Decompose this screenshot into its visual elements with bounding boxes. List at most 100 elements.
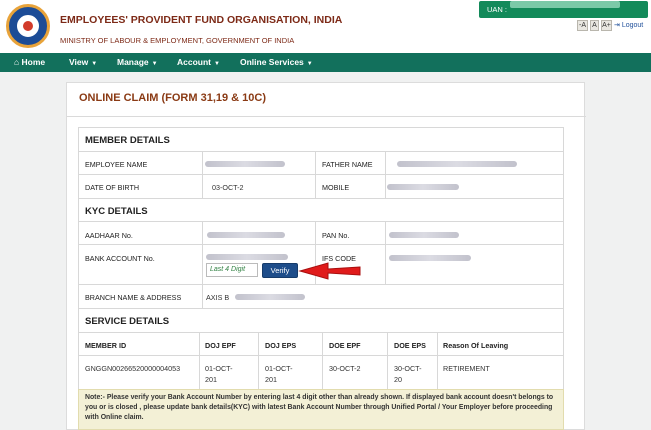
- verify-button[interactable]: Verify: [262, 263, 298, 278]
- aadhaar-redacted: [207, 232, 285, 238]
- font-decrease-button[interactable]: -A: [577, 20, 588, 31]
- nav-home-label: Home: [21, 57, 46, 67]
- column-divider: [199, 333, 200, 355]
- member-id-value: GNGGN00266520000004053: [85, 364, 181, 373]
- chevron-down-icon: ▼: [214, 61, 220, 67]
- member-details-heading: MEMBER DETAILS: [85, 135, 170, 146]
- home-icon: ⌂: [14, 57, 20, 67]
- col-member-id: MEMBER ID: [85, 341, 127, 350]
- dob-label: DATE OF BIRTH: [85, 183, 140, 192]
- pan-label: PAN No.: [322, 231, 350, 240]
- column-divider: [437, 356, 438, 389]
- ministry-name: MINISTRY OF LABOUR & EMPLOYMENT, GOVERNM…: [60, 36, 295, 45]
- service-details-heading: SERVICE DETAILS: [85, 316, 170, 327]
- column-divider: [202, 175, 203, 198]
- arrow-left-icon: [298, 262, 361, 280]
- mobile-redacted: [387, 184, 459, 190]
- reason-value: RETIREMENT: [443, 364, 490, 373]
- branch-value: AXIS B: [206, 293, 230, 302]
- column-divider: [315, 152, 316, 174]
- chevron-down-icon: ▼: [151, 61, 158, 67]
- org-name: EMPLOYEES' PROVIDENT FUND ORGANISATION, …: [60, 14, 343, 26]
- kyc-details-heading: KYC DETAILS: [85, 206, 148, 217]
- logout-label: Logout: [621, 22, 644, 29]
- dob-value: 03-OCT-2: [212, 183, 244, 192]
- bank-verification-note: Note:- Please verify your Bank Account N…: [78, 389, 564, 430]
- kyc-details-header-row: KYC DETAILS: [78, 198, 564, 221]
- nav-view[interactable]: View ▼: [69, 53, 97, 72]
- column-divider: [202, 285, 203, 308]
- title-divider: [67, 116, 586, 117]
- epfo-logo: [6, 4, 50, 48]
- site-header: EMPLOYEES' PROVIDENT FUND ORGANISATION, …: [0, 0, 651, 53]
- column-divider: [385, 175, 386, 198]
- col-doe-epf: DOE EPF: [329, 341, 361, 350]
- last-4-digit-input[interactable]: Last 4 Digit: [206, 263, 258, 277]
- uan-label: UAN :: [487, 5, 508, 14]
- nav-account[interactable]: Account ▼: [177, 53, 220, 72]
- column-divider: [387, 333, 388, 355]
- kyc-row-1: AADHAAR No. PAN No.: [78, 221, 564, 244]
- column-divider: [385, 152, 386, 174]
- ifs-code-redacted: [389, 255, 471, 261]
- doe-epf-value: 30-OCT-2: [329, 364, 361, 373]
- bank-account-redacted: [206, 254, 288, 260]
- col-reason-of-leaving: Reason Of Leaving: [443, 341, 509, 350]
- father-name-redacted: [397, 161, 517, 167]
- uan-badge: UAN :: [479, 1, 648, 18]
- pan-redacted: [389, 232, 459, 238]
- chevron-down-icon: ▼: [91, 61, 98, 67]
- column-divider: [202, 245, 203, 284]
- doe-eps-value-line2: 20: [394, 375, 402, 384]
- nav-account-label: Account: [177, 57, 211, 67]
- branch-label: BRANCH NAME & ADDRESS: [85, 293, 182, 302]
- col-doj-eps: DOJ EPS: [265, 341, 297, 350]
- doj-eps-value-line2: 201: [265, 375, 277, 384]
- employee-name-label: EMPLOYEE NAME: [85, 160, 148, 169]
- branch-address-redacted: [235, 294, 305, 300]
- nav-online-services[interactable]: Online Services ▼: [240, 53, 313, 72]
- doj-epf-value-line2: 201: [205, 375, 217, 384]
- nav-online-services-label: Online Services: [240, 57, 304, 67]
- doj-eps-value-line1: 01-OCT-: [265, 364, 293, 373]
- service-details-header-row: SERVICE DETAILS: [78, 308, 564, 332]
- member-row-1: EMPLOYEE NAME FATHER NAME: [78, 151, 564, 174]
- col-doj-epf: DOJ EPF: [205, 341, 236, 350]
- logout-icon: ⇥: [614, 22, 620, 29]
- logout-link[interactable]: ⇥ Logout: [614, 21, 643, 29]
- logo-core: [23, 21, 33, 31]
- doj-epf-value-line1: 01-OCT-: [205, 364, 233, 373]
- employee-name-redacted: [205, 161, 285, 167]
- nav-home[interactable]: ⌂ Home: [14, 53, 45, 72]
- column-divider: [315, 222, 316, 244]
- chevron-down-icon: ▼: [306, 61, 313, 67]
- service-columns-row: MEMBER ID DOJ EPF DOJ EPS DOE EPF DOE EP…: [78, 332, 564, 355]
- arrow-shape: [298, 262, 361, 280]
- nav-manage-label: Manage: [117, 57, 149, 67]
- father-name-label: FATHER NAME: [322, 160, 373, 169]
- column-divider: [202, 152, 203, 174]
- column-divider: [385, 222, 386, 244]
- column-divider: [437, 333, 438, 355]
- font-increase-button[interactable]: A+: [601, 20, 612, 31]
- column-divider: [385, 245, 386, 284]
- column-divider: [315, 175, 316, 198]
- column-divider: [258, 356, 259, 389]
- column-divider: [258, 333, 259, 355]
- kyc-row-3: BRANCH NAME & ADDRESS AXIS B: [78, 284, 564, 308]
- nav-view-label: View: [69, 57, 89, 67]
- nav-manage[interactable]: Manage ▼: [117, 53, 158, 72]
- member-details-header-row: MEMBER DETAILS: [78, 127, 564, 151]
- col-doe-eps: DOE EPS: [394, 341, 426, 350]
- mobile-label: MOBILE: [322, 183, 350, 192]
- service-data-row: GNGGN00266520000004053 01-OCT- 201 01-OC…: [78, 355, 564, 389]
- doe-eps-value-line1: 30-OCT-: [394, 364, 422, 373]
- aadhaar-label: AADHAAR No.: [85, 231, 133, 240]
- column-divider: [202, 222, 203, 244]
- main-nav: ⌂ Home View ▼ Manage ▼ Account ▼ Online Ser…: [0, 53, 651, 72]
- bank-account-label: BANK ACCOUNT No.: [85, 254, 155, 263]
- column-divider: [322, 333, 323, 355]
- uan-value-redacted: [510, 1, 621, 8]
- font-normal-button[interactable]: A: [590, 20, 599, 31]
- column-divider: [387, 356, 388, 389]
